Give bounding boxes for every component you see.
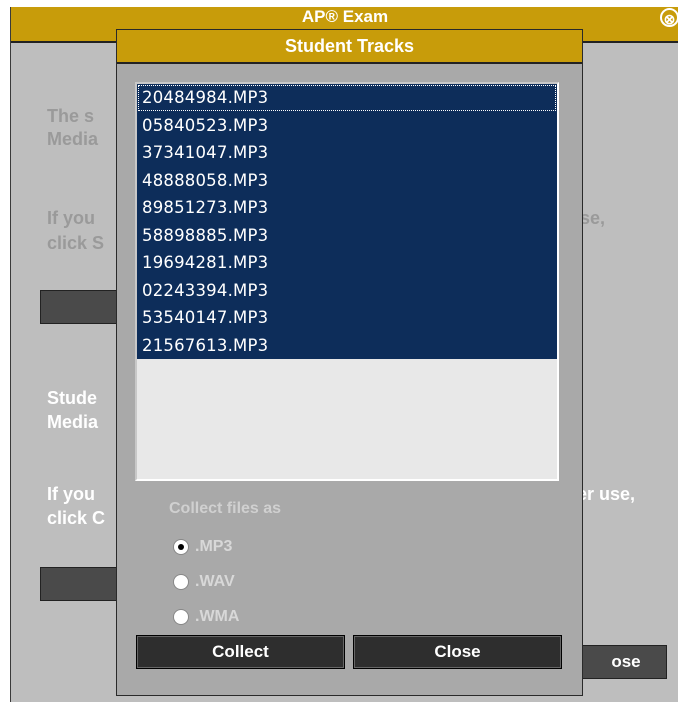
close-icon[interactable]: ⊗ [660, 8, 678, 27]
list-item[interactable]: 37341047.MP3 [137, 139, 557, 167]
format-label: .WMA [195, 608, 240, 625]
tracks-listbox[interactable]: 20484984.MP3 05840523.MP3 37341047.MP3 4… [135, 82, 559, 481]
radio-button-checked[interactable] [173, 539, 189, 555]
radio-button[interactable] [173, 609, 189, 625]
background-close-button[interactable]: ose [571, 645, 667, 679]
radio-button[interactable] [173, 574, 189, 590]
background-window-title: AP® Exam [301, 7, 389, 26]
close-button[interactable]: Close [353, 635, 562, 669]
format-label: .MP3 [195, 538, 233, 555]
list-item[interactable]: 53540147.MP3 [137, 304, 557, 332]
background-text-line: er use, [577, 484, 636, 504]
background-text-line: se, [580, 208, 606, 228]
list-item[interactable]: 48888058.MP3 [137, 166, 557, 194]
list-item[interactable]: 58898885.MP3 [137, 221, 557, 249]
collect-files-label: Collect files as [169, 500, 282, 517]
list-item[interactable]: 19694281.MP3 [137, 249, 557, 277]
list-item[interactable]: 89851273.MP3 [137, 194, 557, 222]
list-item[interactable]: 02243394.MP3 [137, 276, 557, 304]
list-item[interactable]: 20484984.MP3 [137, 84, 557, 112]
collect-button[interactable]: Collect [136, 635, 345, 669]
list-item[interactable]: 21567613.MP3 [137, 331, 557, 359]
format-option-wma[interactable]: .WMA [173, 606, 239, 628]
list-item[interactable]: 05840523.MP3 [137, 111, 557, 139]
format-option-mp3[interactable]: .MP3 [173, 536, 232, 558]
student-tracks-dialog: Student Tracks 20484984.MP3 05840523.MP3… [116, 29, 583, 696]
format-option-wav[interactable]: .WAV [173, 571, 235, 593]
dialog-title: Student Tracks [117, 30, 582, 64]
format-label: .WAV [195, 573, 235, 590]
